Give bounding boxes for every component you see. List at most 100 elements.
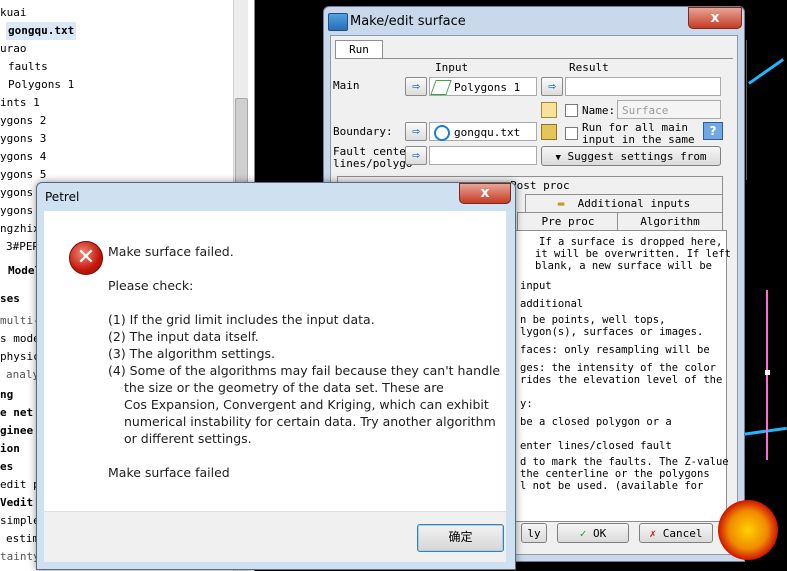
scrollbar-thumb[interactable] [235,98,248,184]
check-item: (3) The algorithm settings. [108,346,276,361]
result-field[interactable] [565,77,721,96]
tree-item[interactable]: simple [0,512,40,530]
tree-item[interactable]: ygons 4 [0,148,46,166]
tree-item[interactable]: urao [0,40,27,58]
tree-item[interactable]: s mode [0,330,40,348]
fault-input-field[interactable] [429,146,537,165]
boundary-drop-arrow-button[interactable]: ⇨ [405,122,427,141]
tab-pre-proc[interactable]: Pre proc [517,212,619,231]
help-line: lygon(s), surfaces or images. [520,326,704,338]
tree-item[interactable]: tainty [0,548,40,566]
folder-icon[interactable] [541,124,557,140]
main-input-field[interactable]: Polygons 1 [429,77,537,96]
help-line: blank, a new surface will be [535,260,713,272]
tree-item[interactable]: kuai [0,4,27,22]
divider [335,58,733,59]
result-drop-arrow-button[interactable]: ⇨ [541,77,563,96]
tree-item[interactable]: ints 1 [0,94,40,112]
ok-button[interactable]: ✓ OK [557,523,629,543]
close-button[interactable]: x [688,7,742,29]
close-button[interactable]: x [459,183,511,204]
name-checkbox[interactable] [565,104,578,117]
tree-item[interactable]: Polygons 1 [8,76,74,94]
tab-run[interactable]: Run [335,40,383,59]
tree-item[interactable]: ses [0,290,20,308]
tree-item[interactable]: faults [8,58,48,76]
help-line: enter lines/closed fault [520,440,672,452]
tree-item[interactable]: ginee [0,422,33,440]
tree-item[interactable]: ygons 2 [0,112,46,130]
petrel-error-dialog: Petrel x ✕ Make surface failed. Please c… [36,182,516,570]
error-heading: Make surface failed. [108,244,234,259]
run-for-all-checkbox[interactable] [565,127,578,140]
tree-item[interactable]: Vedit [0,494,33,512]
tree-item[interactable]: e net [0,404,33,422]
watermark-badge-icon [718,500,778,560]
view-point [765,370,770,375]
dialog-body: ✕ Make surface failed. Please check: (1)… [44,211,506,511]
name-field[interactable]: Surface [617,100,721,119]
help-button[interactable]: ? [703,122,723,140]
tab-algorithm[interactable]: Algorithm [617,212,723,231]
boundary-input-value: gongqu.txt [454,126,521,139]
result-column-header: Result [569,61,609,74]
tree-item[interactable]: 3#PER [6,238,39,256]
dialog-footer: 确定 [44,511,506,562]
name-label: Name: [582,104,616,117]
tree-item[interactable]: physic [0,348,40,366]
confirm-button[interactable]: 确定 [417,524,504,552]
help-line: y: [520,398,533,410]
tree-item[interactable]: ygons [0,184,33,202]
tree-item[interactable]: ygons 3 [0,130,46,148]
check-item-continued: the size or the geometry of the data set… [124,380,444,395]
main-input-value: Polygons 1 [454,81,521,94]
tree-item[interactable]: estim [6,530,39,548]
help-line: rides the elevation level of the [520,374,723,386]
tab-additional-label: Additional inputs [577,197,691,210]
tree-item[interactable]: ion [0,440,20,458]
ok-label: OK [593,527,607,540]
help-line: additional [520,298,584,310]
input-column-header: Input [435,61,469,74]
tab-additional-inputs[interactable]: ▬ Additional inputs [525,194,723,213]
view-line [766,290,768,460]
cancel-label: Cancel [662,527,703,540]
polygon-outline-icon [434,125,450,141]
dialog-title: Petrel [45,190,80,204]
tree-item[interactable]: es [0,458,13,476]
main-label: Main [333,79,360,92]
help-line: faces: only resampling will be [520,344,710,356]
main-drop-arrow-button[interactable]: ⇨ [405,77,427,96]
tree-item[interactable]: ygons [0,202,33,220]
check-item-continued: Cos Expansion, Convergent and Kriging, w… [124,397,489,412]
tree-item[interactable]: multi- [0,312,40,330]
boundary-input-field[interactable]: gongqu.txt [429,122,537,141]
edit-icon[interactable] [541,102,557,118]
view-line [740,426,787,437]
run-for-all-label-line2: input in the same [582,133,695,146]
tab-pre-proc-label: Pre proc [541,215,595,228]
suggest-settings-button[interactable]: ▼ Suggest settings from [541,146,721,166]
help-line: input [520,280,552,292]
tree-item[interactable]: ng [0,386,13,404]
tab-post-proc[interactable]: Post proc [510,177,570,195]
cancel-button[interactable]: ✗ Cancel [639,523,713,543]
polygon-icon [430,80,452,95]
tree-item[interactable]: ngzhix [0,220,40,238]
footer-message: Make surface failed [108,465,230,480]
apply-button[interactable]: ly [521,523,547,543]
view-line [746,40,747,180]
window-title: Make/edit surface [350,14,466,29]
tree-item[interactable]: analy [6,366,39,384]
app-icon [328,13,348,31]
check-item: (2) The input data itself. [108,329,259,344]
check-icon: ✓ [579,527,587,540]
view-line [747,58,785,85]
error-icon: ✕ [69,241,103,275]
suggest-settings-label: Suggest settings from [567,150,707,163]
tree-item[interactable]: edit p [0,476,40,494]
boundary-label: Boundary: [333,125,393,138]
fault-drop-arrow-button[interactable]: ⇨ [405,146,427,165]
tree-item-selected[interactable]: gongqu.txt [6,22,77,40]
help-line: be a closed polygon or a [520,416,672,428]
